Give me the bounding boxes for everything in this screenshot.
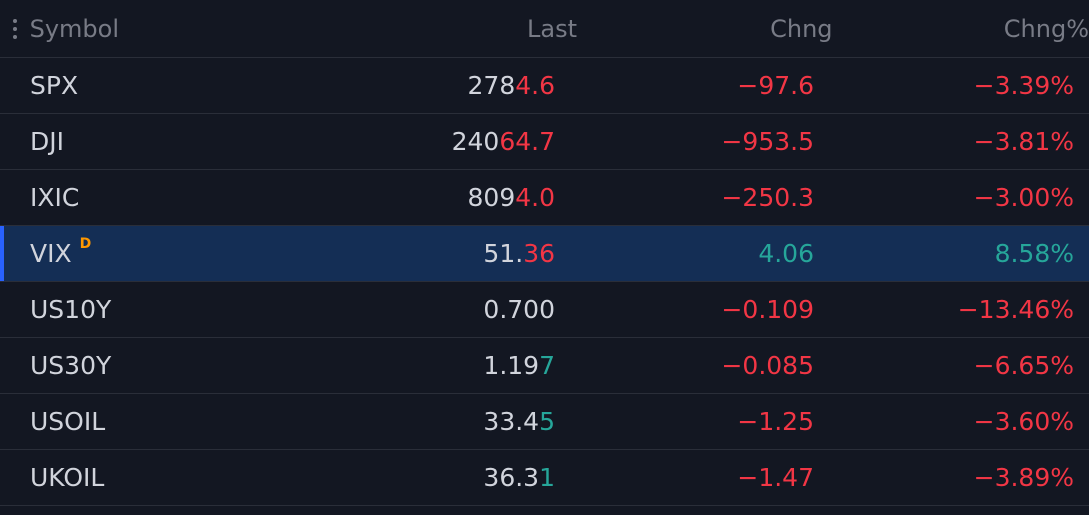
column-header-last[interactable]: Last xyxy=(326,15,577,43)
change-percent: −3.81% xyxy=(973,127,1074,156)
last-price: 2784.6 xyxy=(467,71,555,100)
change-value: 4.06 xyxy=(758,239,814,268)
last-price: 8094.0 xyxy=(467,183,555,212)
change-percent: −3.39% xyxy=(973,71,1074,100)
column-header-symbol[interactable]: Symbol xyxy=(30,15,326,43)
change-percent: 8.58% xyxy=(994,239,1074,268)
symbol-name: DJI xyxy=(30,127,64,156)
table-row-selected[interactable]: VIX D 51.36 4.06 8.58% xyxy=(0,226,1089,282)
table-row[interactable]: SPX 2784.6 −97.6 −3.39% xyxy=(0,58,1089,114)
table-row[interactable]: DJI 24064.7 −953.5 −3.81% xyxy=(0,114,1089,170)
table-row[interactable]: USOIL 33.45 −1.25 −3.60% xyxy=(0,394,1089,450)
change-percent: −3.60% xyxy=(973,407,1074,436)
change-percent: −3.00% xyxy=(973,183,1074,212)
change-value: −97.6 xyxy=(737,71,814,100)
change-value: −953.5 xyxy=(721,127,814,156)
last-price: 1.197 xyxy=(483,351,555,380)
last-price: 51.36 xyxy=(483,239,555,268)
delayed-badge: D xyxy=(79,235,92,252)
table-row[interactable]: IXIC 8094.0 −250.3 −3.00% xyxy=(0,170,1089,226)
symbol-name: UKOIL xyxy=(30,463,105,492)
symbol-name: US10Y xyxy=(30,295,112,324)
change-value: −1.47 xyxy=(737,463,814,492)
symbol-name: US30Y xyxy=(30,351,112,380)
change-value: −250.3 xyxy=(721,183,814,212)
change-value: −1.25 xyxy=(737,407,814,436)
symbol-name: IXIC xyxy=(30,183,80,212)
column-header-chng-pct[interactable]: Chng% xyxy=(833,15,1089,43)
last-price: 33.45 xyxy=(483,407,555,436)
drag-handle-icon[interactable] xyxy=(0,0,30,58)
symbol-name: SPX xyxy=(30,71,79,100)
change-value: −0.109 xyxy=(721,295,814,324)
table-row[interactable]: UKOIL 36.31 −1.47 −3.89% xyxy=(0,450,1089,506)
change-percent: −13.46% xyxy=(957,295,1074,324)
last-price: 0.700 xyxy=(483,295,555,324)
change-percent: −6.65% xyxy=(973,351,1074,380)
table-header: Symbol Last Chng Chng% xyxy=(0,0,1089,58)
change-percent: −3.89% xyxy=(973,463,1074,492)
column-header-chng[interactable]: Chng xyxy=(577,15,832,43)
symbol-name: VIX xyxy=(30,239,72,268)
change-value: −0.085 xyxy=(721,351,814,380)
symbol-name: USOIL xyxy=(30,407,106,436)
table-row[interactable]: US30Y 1.197 −0.085 −6.65% xyxy=(0,338,1089,394)
last-price: 24064.7 xyxy=(451,127,555,156)
last-price: 36.31 xyxy=(483,463,555,492)
watchlist-table: Symbol Last Chng Chng% SPX 2784.6 −97.6 … xyxy=(0,0,1089,515)
table-row[interactable]: US10Y 0.700 −0.109 −13.46% xyxy=(0,282,1089,338)
